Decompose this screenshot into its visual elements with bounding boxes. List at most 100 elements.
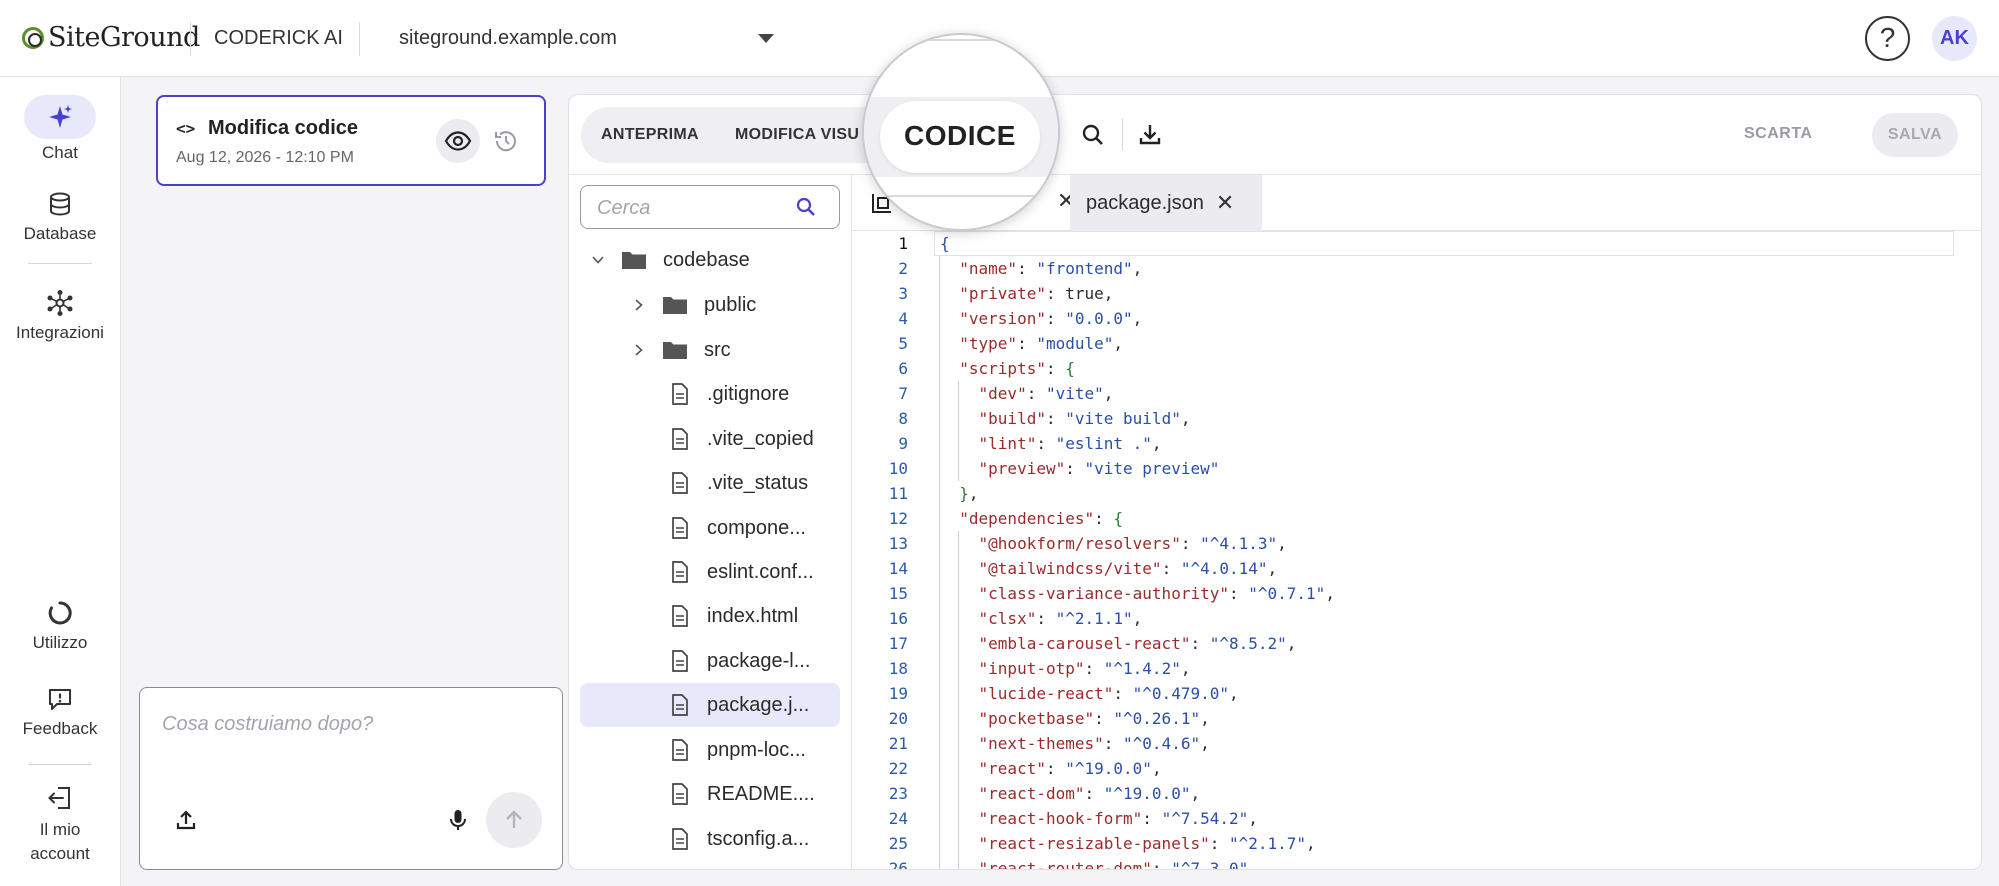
search-icon[interactable] — [1079, 121, 1107, 149]
close-tab-icon[interactable]: ✕ — [1216, 190, 1234, 216]
tree-file[interactable]: tsconfig.a... — [671, 817, 809, 861]
nav-item-database[interactable]: Database — [0, 190, 120, 244]
tree-file[interactable]: package-l... — [671, 639, 810, 683]
nav-item-account[interactable]: Il mio account — [0, 784, 120, 866]
divider — [359, 22, 360, 56]
chat-card[interactable]: <> Modifica codice Aug 12, 2026 - 12:10 … — [156, 95, 546, 186]
code-text: "scripts": { — [959, 359, 1075, 378]
code-line[interactable]: 18 "input-otp": "^1.4.2", — [852, 656, 1981, 681]
tab-visual-edit[interactable]: MODIFICA VISU — [735, 126, 859, 144]
usage-gauge-icon — [48, 601, 72, 625]
integrations-icon — [47, 290, 73, 316]
folder-icon — [622, 252, 646, 269]
tree-folder-public[interactable]: public — [632, 283, 756, 327]
code-line[interactable]: 20 "pocketbase": "^0.26.1", — [852, 706, 1981, 731]
code-line[interactable]: 7 "dev": "vite", — [852, 381, 1981, 406]
code-text: "private": true, — [959, 284, 1114, 303]
nav-item-chat[interactable]: Chat — [0, 95, 120, 163]
send-button[interactable] — [486, 792, 542, 848]
code-text: "type": "module", — [959, 334, 1124, 353]
code-line[interactable]: 26 "react-router-dom": "^7.3.0", — [852, 856, 1981, 869]
code-line[interactable]: 12 "dependencies": { — [852, 506, 1981, 531]
code-line[interactable]: 2 "name": "frontend", — [852, 256, 1981, 281]
nav-usage-label: Utilizzo — [32, 633, 88, 652]
save-button[interactable]: SALVA — [1872, 113, 1958, 157]
tree-file-selected[interactable]: package.j... — [580, 683, 840, 727]
line-number: 20 — [888, 709, 908, 728]
tree-file[interactable]: index.html — [671, 594, 798, 638]
magnifier-divider — [864, 195, 1058, 197]
file-search-input[interactable]: Cerca — [580, 185, 840, 229]
tree-file[interactable]: .vite_status — [671, 461, 808, 505]
code-text: "class-variance-authority": "^0.7.1", — [978, 584, 1335, 603]
code-view[interactable]: 1{2 "name": "frontend", 3 "private": true… — [852, 231, 1981, 869]
code-line[interactable]: 4 "version": "0.0.0", — [852, 306, 1981, 331]
code-line[interactable]: 17 "embla-carousel-react": "^8.5.2", — [852, 631, 1981, 656]
tab-preview[interactable]: ANTEPRIMA — [601, 126, 699, 144]
nav-item-usage[interactable]: Utilizzo — [0, 599, 120, 653]
file-tab-package-json[interactable]: package.json ✕ — [1070, 175, 1262, 231]
download-icon[interactable] — [1136, 121, 1164, 149]
history-icon[interactable] — [492, 127, 520, 155]
tree-file[interactable]: .vite_copied — [671, 417, 814, 461]
tree-item-label: .vite_copied — [707, 427, 814, 450]
code-line[interactable]: 11 }, — [852, 481, 1981, 506]
code-line[interactable]: 14 "@tailwindcss/vite": "^4.0.14", — [852, 556, 1981, 581]
code-line[interactable]: 25 "react-resizable-panels": "^2.1.7", — [852, 831, 1981, 856]
tree-folder-codebase[interactable]: codebase — [591, 238, 750, 282]
caret-down-icon[interactable] — [758, 34, 774, 43]
avatar[interactable]: AK — [1932, 16, 1977, 61]
discard-button[interactable]: SCARTA — [1744, 125, 1812, 143]
tree-item-label: .vite_status — [707, 471, 809, 494]
tree-file[interactable]: compone... — [671, 506, 806, 550]
code-line[interactable]: 23 "react-dom": "^19.0.0", — [852, 781, 1981, 806]
code-line[interactable]: 5 "type": "module", — [852, 331, 1981, 356]
editor-toolbar: ANTEPRIMA MODIFICA VISU SCARTA SALVA — [569, 95, 1981, 175]
preview-button[interactable] — [436, 119, 480, 163]
code-line[interactable]: 8 "build": "vite build", — [852, 406, 1981, 431]
line-number: 8 — [898, 409, 908, 428]
arrow-up-icon — [506, 810, 522, 828]
code-line[interactable]: 3 "private": true, — [852, 281, 1981, 306]
code-line[interactable]: 6 "scripts": { — [852, 356, 1981, 381]
chat-card-date: Aug 12, 2026 - 12:10 PM — [176, 149, 354, 166]
tree-folder-src[interactable]: src — [632, 328, 731, 372]
site-selector[interactable]: siteground.example.com — [399, 27, 779, 50]
line-number: 12 — [888, 509, 908, 528]
code-line[interactable]: 9 "lint": "eslint .", — [852, 431, 1981, 456]
nav-item-feedback[interactable]: Feedback — [0, 685, 120, 739]
tree-item-label: package-l... — [707, 649, 811, 672]
code-line[interactable]: 21 "next-themes": "^0.4.6", — [852, 731, 1981, 756]
line-number: 1 — [898, 234, 908, 253]
siteground-logo[interactable]: SiteGround — [22, 22, 200, 53]
tree-item-label: index.html — [707, 604, 799, 627]
chevron-right-icon — [635, 299, 643, 311]
code-line[interactable]: 22 "react": "^19.0.0", — [852, 756, 1981, 781]
code-text: "embla-carousel-react": "^8.5.2", — [978, 634, 1297, 653]
code-line[interactable]: 16 "clsx": "^2.1.1", — [852, 606, 1981, 631]
code-line[interactable]: 10 "preview": "vite preview" — [852, 456, 1981, 481]
file-search-placeholder: Cerca — [597, 197, 651, 219]
code-text: "name": "frontend", — [959, 259, 1143, 278]
file-icon — [672, 472, 688, 494]
upload-icon[interactable] — [174, 808, 198, 832]
code-line[interactable]: 19 "lucide-react": "^0.479.0", — [852, 681, 1981, 706]
code-line[interactable]: 24 "react-hook-form": "^7.54.2", — [852, 806, 1981, 831]
chevron-down-icon — [592, 256, 604, 264]
microphone-icon[interactable] — [446, 808, 470, 832]
nav-item-integrations[interactable]: Integrazioni — [0, 289, 120, 343]
tree-file[interactable]: eslint.conf... — [671, 550, 814, 594]
composer-input[interactable]: Cosa costruiamo dopo? — [162, 713, 373, 736]
line-number: 25 — [888, 834, 908, 853]
code-line[interactable]: 15 "class-variance-authority": "^0.7.1", — [852, 581, 1981, 606]
left-nav: Chat Database Integrazioni Utilizzo Feed… — [0, 77, 121, 886]
help-button[interactable]: ? — [1865, 16, 1910, 61]
prompt-composer[interactable]: Cosa costruiamo dopo? — [139, 687, 563, 870]
code-line[interactable]: 13 "@hookform/resolvers": "^4.1.3", — [852, 531, 1981, 556]
tree-file[interactable]: .gitignore — [671, 372, 789, 416]
code-line[interactable]: 1{ — [852, 231, 1981, 256]
tree-file[interactable]: README.... — [671, 772, 815, 816]
tab-code-label: CODICE — [904, 120, 1016, 151]
tree-file[interactable]: pnpm-loc... — [671, 728, 806, 772]
folder-icon — [663, 297, 687, 314]
